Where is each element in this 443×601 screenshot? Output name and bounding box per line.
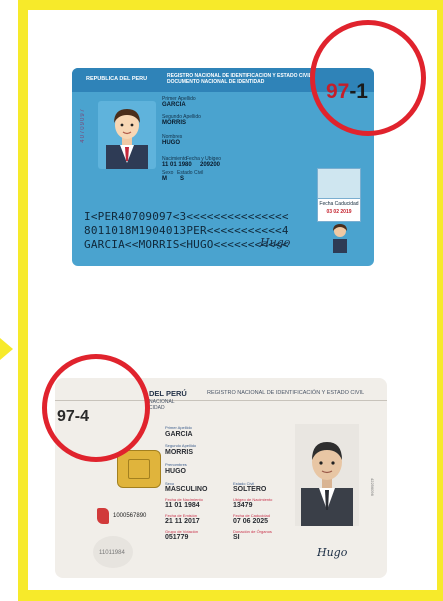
highlight-circle-bottom bbox=[42, 354, 150, 462]
card2-label-segundo-apellido: Segundo Apellido bbox=[165, 443, 197, 448]
card1-mrz-line1: I<PER40709097<3<<<<<<<<<<<<<<< bbox=[84, 210, 289, 223]
card2-ubigeo: 13479 bbox=[233, 502, 253, 509]
card2-country: DEL PERÚ bbox=[149, 389, 187, 398]
card1-ubigeo: 209200 bbox=[200, 162, 221, 168]
card1-sexo: M bbox=[162, 176, 167, 182]
card2-fecha-nacimiento: 11 01 1984 bbox=[165, 502, 200, 509]
card2-fecha-emision: 21 11 2017 bbox=[165, 518, 200, 525]
card1-expiry-label: Fecha Caducidad bbox=[319, 201, 359, 207]
card1-fingerprint bbox=[317, 168, 361, 202]
card1-primer-apellido: GARCIA bbox=[162, 102, 186, 108]
card2-photo-avatar bbox=[295, 424, 359, 526]
card1-nacimiento: 11 01 1980 bbox=[162, 162, 192, 168]
card1-nombres: HUGO bbox=[162, 140, 180, 146]
card1-country: REPUBLICA DEL PERU bbox=[86, 76, 148, 82]
card1-expiry-date: 03 02 2019 bbox=[326, 209, 352, 215]
chip-icon bbox=[117, 450, 161, 488]
card2-estado-civil: SOLTERO bbox=[233, 486, 267, 493]
card1-vertical-number: 40709097 bbox=[80, 108, 86, 143]
card2-fecha-caducidad: 07 06 2025 bbox=[233, 518, 269, 525]
card2-signature: Hugo bbox=[317, 546, 348, 559]
card2-vertical-code: 42256096 bbox=[370, 478, 375, 496]
card1-mrz-line2: 8011018M1904013PER<<<<<<<<<<<4 bbox=[84, 224, 289, 237]
card2-card-number: 1000567890 bbox=[113, 513, 147, 519]
peru-map-icon bbox=[97, 508, 109, 524]
card2-label-prenombres: Prenombres bbox=[165, 462, 187, 467]
card1-expiry-box: Fecha Caducidad 03 02 2019 bbox=[317, 198, 361, 222]
card2-label-primer-apellido: Primer Apellido bbox=[165, 425, 192, 430]
card2-donacion: SI bbox=[233, 534, 240, 541]
card2-registry: REGISTRO NACIONAL DE IDENTIFICACIÓN Y ES… bbox=[207, 390, 365, 396]
card2-segundo-apellido: MORRIS bbox=[165, 449, 193, 456]
card1-segundo-apellido: MORRIS bbox=[162, 120, 186, 126]
card2-primer-apellido: GARCIA bbox=[165, 431, 193, 438]
arrow-pointer-icon bbox=[0, 338, 13, 360]
card1-ghost-photo bbox=[333, 224, 347, 253]
card1-registry: REGISTRO NACIONAL DE IDENTIFICACION Y ES… bbox=[167, 73, 312, 85]
card2-grupo-votacion: 051779 bbox=[165, 534, 189, 541]
card2-prenombres: HUGO bbox=[165, 468, 186, 475]
card1-photo-avatar bbox=[98, 101, 156, 169]
card1-estado-civil: S bbox=[180, 176, 185, 182]
card2-subtitle: NACIONAL CIDAD bbox=[149, 399, 175, 411]
card1-mrz-line3: GARCIA<<MORRIS<HUGO<<<<<<<<<<< bbox=[84, 238, 289, 251]
highlight-circle-top bbox=[310, 20, 426, 136]
card2-sexo: MASCULINO bbox=[165, 486, 208, 493]
card2-hologram-number: 11011984 bbox=[99, 550, 125, 556]
